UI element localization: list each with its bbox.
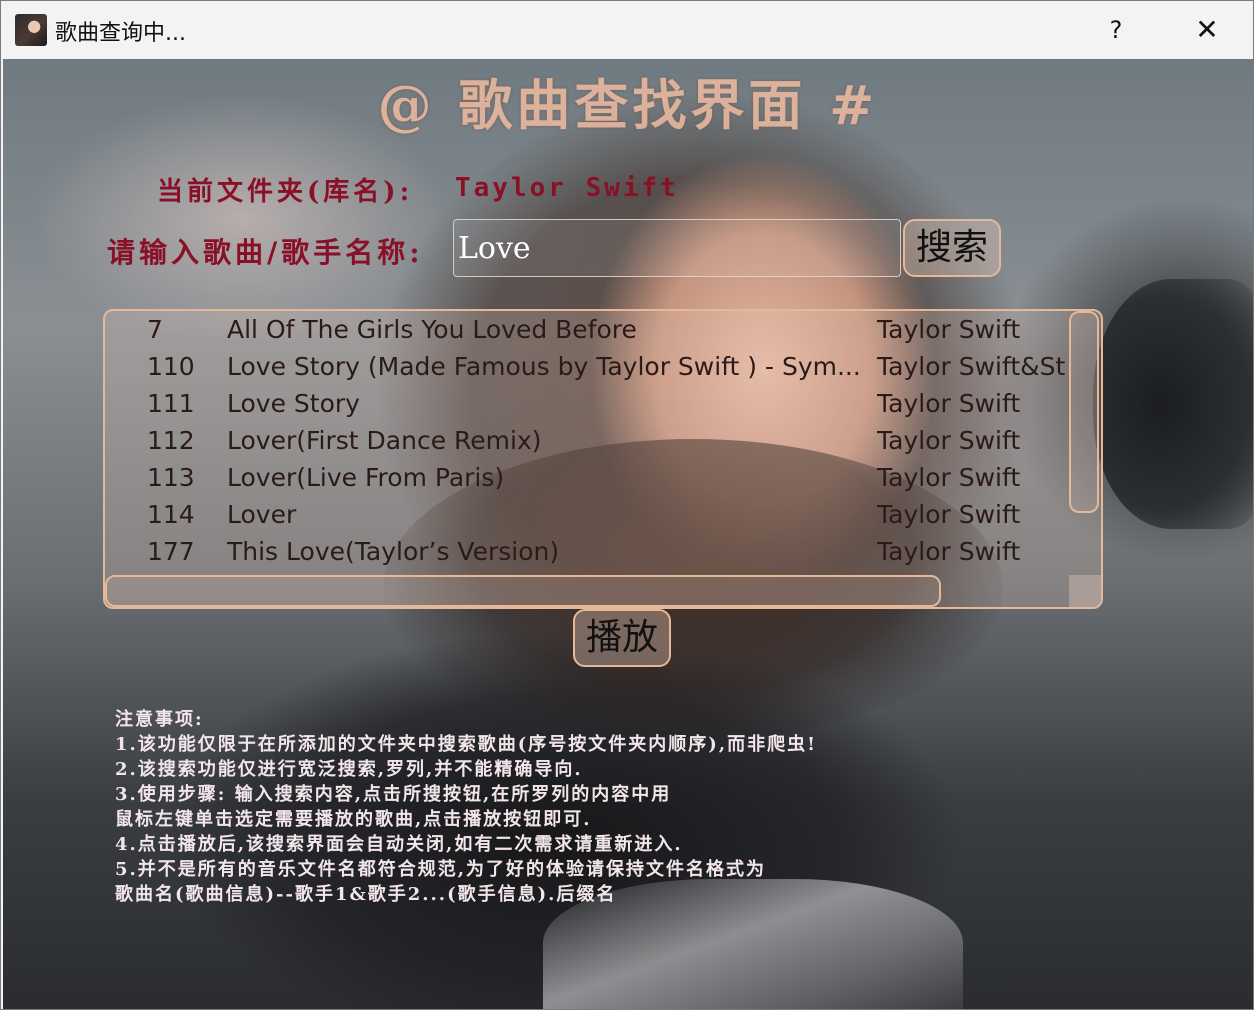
folder-label: 当前文件夹(库名):	[157, 177, 414, 207]
scrollbar-corner	[1069, 575, 1101, 607]
result-artist: Taylor Swift	[877, 463, 1021, 492]
result-title: Lover(First Dance Remix)	[227, 426, 542, 455]
result-row[interactable]: 111 Love Story Taylor Swift	[105, 387, 1070, 424]
notes-section: 注意事项: 1.该功能仅限于在所添加的文件夹中搜索歌曲(序号按文件夹内顺序),而非…	[115, 707, 1015, 907]
result-artist: Taylor Swift&St	[877, 352, 1066, 381]
results-list[interactable]: 177 This Love(Taylor’s Version) Taylor Swi…	[103, 309, 1103, 609]
app-window: 歌曲查询中... ? ✕ @ 歌曲查找界面 # 当前文件夹(库名): Taylo…	[0, 0, 1254, 1010]
horizontal-scrollbar-thumb[interactable]	[105, 575, 941, 607]
result-number: 112	[147, 426, 195, 455]
notes-heading: 注意事项:	[115, 709, 204, 730]
play-button[interactable]: 播放	[573, 609, 671, 667]
result-title: All Of The Girls You Loved Before	[227, 315, 637, 344]
result-number: 114	[147, 500, 195, 529]
note-line: 3.使用步骤: 输入搜索内容,点击所搜按钮,在所罗列的内容中用	[115, 784, 672, 805]
result-artist: Taylor Swift	[877, 389, 1021, 418]
note-line: 歌曲名(歌曲信息)--歌手1&歌手2...(歌手信息).后缀名	[115, 884, 617, 905]
search-button[interactable]: 搜索	[903, 219, 1001, 277]
help-button[interactable]: ?	[1094, 7, 1138, 53]
result-number: 111	[147, 389, 195, 418]
result-row[interactable]: 113 Lover(Live From Paris) Taylor Swift	[105, 461, 1070, 498]
result-row[interactable]: 112 Lover(First Dance Remix) Taylor Swift	[105, 424, 1070, 461]
result-number: 113	[147, 463, 195, 492]
result-title: Lover	[227, 500, 297, 529]
note-line: 5.并不是所有的音乐文件名都符合规范,为了好的体验请保持文件名格式为	[115, 859, 767, 880]
folder-name: Taylor Swift	[455, 173, 679, 203]
result-artist: Taylor Swift	[877, 426, 1021, 455]
result-title: Lover(Live From Paris)	[227, 463, 505, 492]
search-panel: @ 歌曲查找界面 # 当前文件夹(库名): Taylor Swift 请输入歌曲…	[3, 59, 1253, 1009]
search-input[interactable]	[453, 219, 901, 277]
result-number: 177	[147, 537, 195, 566]
result-artist: Taylor Swift	[877, 537, 1021, 566]
search-label: 请输入歌曲/歌手名称:	[107, 236, 424, 269]
title-bar[interactable]: 歌曲查询中... ? ✕	[1, 1, 1253, 59]
result-artist: Taylor Swift	[877, 315, 1021, 344]
result-row[interactable]: 177 This Love(Taylor’s Version) Taylor Swi…	[105, 535, 1070, 572]
result-number: 110	[147, 352, 195, 381]
note-line: 4.点击播放后,该搜索界面会自动关闭,如有二次需求请重新进入.	[115, 834, 683, 855]
result-title: Love Story	[227, 389, 360, 418]
result-number: 7	[147, 315, 163, 344]
result-row[interactable]: 114 Lover Taylor Swift	[105, 498, 1070, 535]
result-row[interactable]: 110 Love Story (Made Famous by Taylor Swi…	[105, 350, 1070, 387]
note-line: 1.该功能仅限于在所添加的文件夹中搜索歌曲(序号按文件夹内顺序),而非爬虫!	[115, 734, 817, 755]
page-title: @ 歌曲查找界面 #	[377, 73, 879, 137]
note-line: 2.该搜索功能仅进行宽泛搜索,罗列,并不能精确导向.	[115, 759, 583, 780]
app-avatar-icon	[15, 14, 47, 46]
background-image-headphone	[1093, 279, 1253, 529]
note-line: 鼠标左键单击选定需要播放的歌曲,点击播放按钮即可.	[115, 809, 592, 830]
result-title: This Love(Taylor’s Version)	[227, 537, 560, 566]
window-title: 歌曲查询中...	[55, 21, 186, 46]
close-button[interactable]: ✕	[1181, 7, 1233, 53]
result-artist: Taylor Swift	[877, 500, 1021, 529]
vertical-scrollbar-thumb[interactable]	[1069, 311, 1099, 513]
result-title: Love Story (Made Famous by Taylor Swift …	[227, 352, 861, 381]
result-row[interactable]: 7 All Of The Girls You Loved Before Taylor…	[105, 313, 1070, 350]
